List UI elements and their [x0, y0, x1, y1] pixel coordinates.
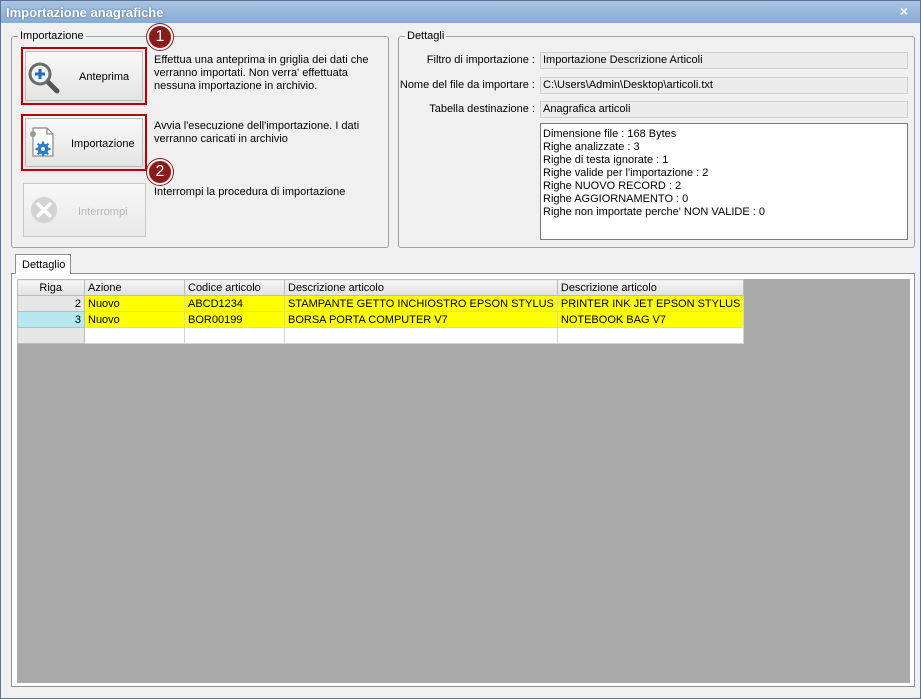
window-title: Importazione anagrafiche: [6, 5, 164, 20]
cell-codice[interactable]: BOR00199: [184, 311, 285, 328]
importazione-label: Importazione: [71, 138, 135, 150]
import-window: Importazione anagrafiche × Importazione …: [0, 0, 921, 699]
column-header-descrizione-2[interactable]: Descrizione articolo: [556, 279, 745, 296]
cell-descrizione[interactable]: STAMPANTE GETTO INCHIOSTRO EPSON STYLUS: [284, 295, 558, 312]
anteprima-description: Effettua una anteprima in griglia dei da…: [154, 54, 369, 92]
title-bar: Importazione anagrafiche ×: [1, 1, 920, 23]
interrompi-label: Interrompi: [78, 206, 128, 218]
importazione-group-title: Importazione: [18, 30, 86, 42]
summary-line: Righe di testa ignorate : 1: [543, 154, 669, 166]
detail-grid: Riga Azione Codice articolo Descrizione …: [17, 279, 745, 344]
cancel-icon: [28, 194, 60, 229]
filtro-field: Importazione Descrizione Articoli: [540, 52, 908, 69]
cell-descrizione-2[interactable]: PRINTER INK JET EPSON STYLUS: [556, 295, 745, 312]
column-header-descrizione[interactable]: Descrizione articolo: [284, 279, 558, 296]
importazione-description: Avvia l'esecuzione dell'importazione. I …: [154, 120, 360, 145]
magnifier-plus-icon: [27, 61, 61, 98]
cell-codice[interactable]: ABCD1234: [184, 295, 285, 312]
row-number[interactable]: 3: [17, 311, 85, 328]
import-summary-box: Dimensione file : 168 Bytes Righe analiz…: [540, 123, 908, 240]
cell-azione[interactable]: Nuovo: [84, 295, 185, 312]
step-badge-2: 2: [147, 159, 173, 185]
cell-codice[interactable]: [184, 327, 285, 344]
close-icon[interactable]: ×: [897, 3, 911, 19]
interrompi-button[interactable]: Interrompi: [23, 183, 146, 237]
cell-descrizione-2[interactable]: [556, 327, 745, 344]
file-field: C:\Users\Admin\Desktop\articoli.txt: [540, 77, 908, 94]
filtro-label: Filtro di importazione :: [426, 54, 535, 66]
cell-descrizione[interactable]: [284, 327, 558, 344]
summary-line: Righe NUOVO RECORD : 2: [543, 180, 682, 192]
grid-header-row: Riga Azione Codice articolo Descrizione …: [17, 279, 745, 296]
tab-dettaglio[interactable]: Dettaglio: [15, 254, 71, 274]
document-settings-icon: [29, 126, 57, 163]
table-row[interactable]: 3 Nuovo BOR00199 BORSA PORTA COMPUTER V7…: [17, 311, 745, 328]
cell-descrizione[interactable]: BORSA PORTA COMPUTER V7: [284, 311, 558, 328]
summary-line: Righe valide per l'importazione : 2: [543, 167, 709, 179]
summary-line: Righe non importate perche' NON VALIDE :…: [543, 206, 766, 218]
cell-azione[interactable]: [84, 327, 185, 344]
table-row[interactable]: 2 Nuovo ABCD1234 STAMPANTE GETTO INCHIOS…: [17, 295, 745, 312]
tabella-field: Anagrafica articoli: [540, 101, 908, 118]
cell-azione[interactable]: Nuovo: [84, 311, 185, 328]
column-header-azione[interactable]: Azione: [84, 279, 185, 296]
summary-line: Righe AGGIORNAMENTO : 0: [543, 193, 689, 205]
summary-line: Dimensione file : 168 Bytes: [543, 128, 677, 140]
row-number[interactable]: 2: [17, 295, 85, 312]
anteprima-label: Anteprima: [79, 71, 130, 83]
anteprima-button[interactable]: Anteprima: [21, 47, 147, 105]
step-badge-1: 1: [147, 24, 173, 50]
row-number[interactable]: [17, 327, 85, 344]
interrompi-description: Interrompi la procedura di importazione: [154, 186, 346, 198]
file-label: Nome del file da importare :: [399, 79, 535, 91]
summary-line: Righe analizzate : 3: [543, 141, 640, 153]
new-row[interactable]: [17, 327, 745, 344]
dettagli-group-title: Dettagli: [405, 30, 447, 42]
cell-descrizione-2[interactable]: NOTEBOOK BAG V7: [556, 311, 745, 328]
column-header-codice[interactable]: Codice articolo: [184, 279, 285, 296]
tabella-label: Tabella destinazione :: [429, 103, 535, 115]
importazione-button[interactable]: Importazione: [21, 114, 147, 171]
column-header-riga[interactable]: Riga: [17, 279, 85, 296]
